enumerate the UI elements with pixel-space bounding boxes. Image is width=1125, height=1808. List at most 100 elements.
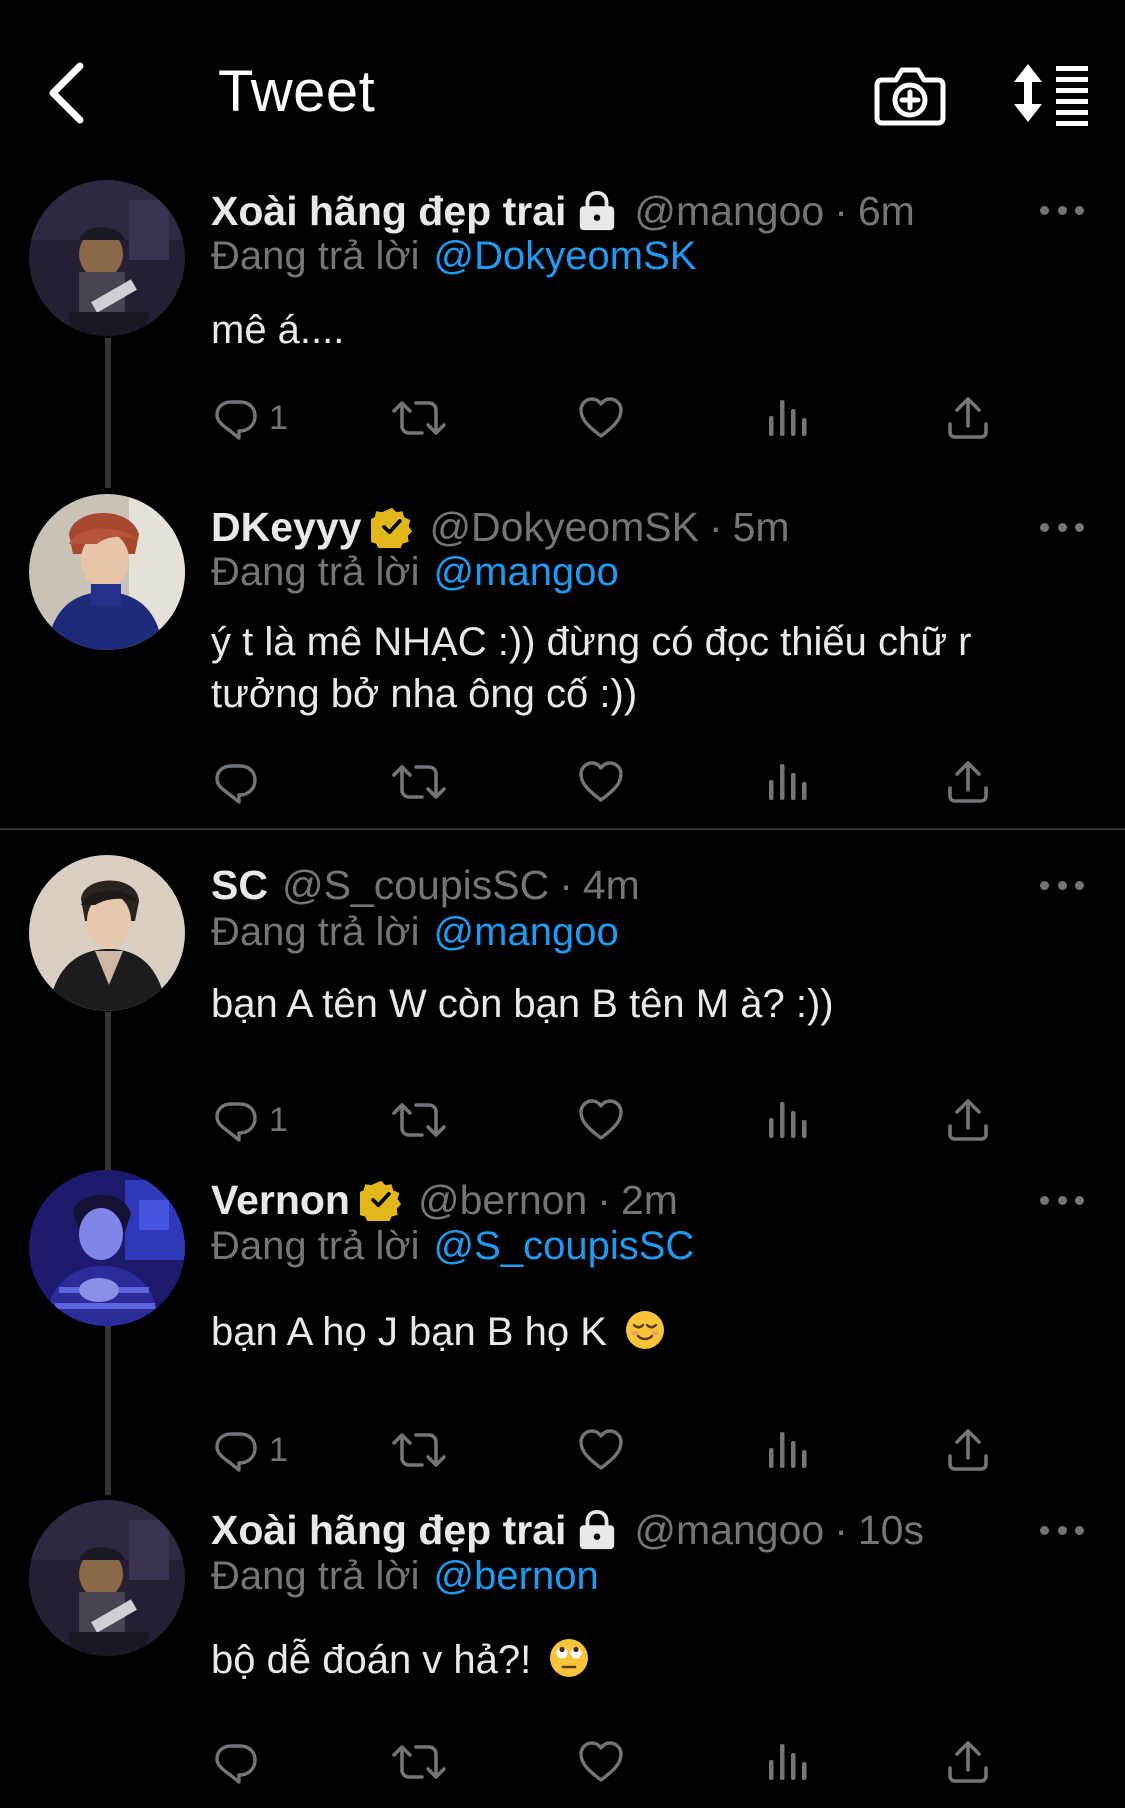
timestamp[interactable]: 2m <box>621 1177 678 1224</box>
replying-to: Đang trả lời @mangoo <box>211 910 619 955</box>
dot-icon <box>1075 1525 1084 1535</box>
like-button[interactable] <box>577 754 625 810</box>
tweet[interactable]: Xoài hãng đẹp trai @mangoo · 10s Đang tr… <box>0 1490 1125 1808</box>
retweet-button[interactable] <box>391 754 447 810</box>
reply-button[interactable] <box>211 1734 269 1790</box>
replying-to: Đang trả lời @S_coupisSC <box>211 1224 694 1269</box>
camera-button[interactable] <box>874 58 946 128</box>
avatar[interactable] <box>29 180 185 336</box>
relieved-face-emoji <box>624 1309 666 1364</box>
share-button[interactable] <box>944 1734 992 1790</box>
display-name[interactable]: Xoài hãng đẹp trai <box>211 1507 566 1554</box>
replying-to: Đang trả lời @DokyeomSK <box>211 234 696 279</box>
retweet-button[interactable] <box>391 1092 447 1148</box>
handle[interactable]: @mangoo <box>634 188 824 235</box>
replying-to-label: Đang trả lời <box>211 1224 420 1268</box>
replying-to-label: Đang trả lời <box>211 550 420 594</box>
tweet-meta: SC @S_coupisSC · 4m <box>211 860 640 910</box>
dot-icon <box>1075 1195 1084 1205</box>
avatar[interactable] <box>29 855 185 1011</box>
more-options-button[interactable] <box>1040 1515 1084 1545</box>
heart-icon <box>577 1738 625 1786</box>
dot-icon <box>1040 1195 1049 1205</box>
timestamp[interactable]: 10s <box>858 1507 924 1554</box>
display-name[interactable]: SC <box>211 862 268 909</box>
more-options-button[interactable] <box>1040 870 1084 900</box>
reply-button[interactable]: 1 <box>211 1092 288 1148</box>
handle[interactable]: @S_coupisSC <box>282 862 549 909</box>
replying-to-user[interactable]: @mangoo <box>434 550 619 594</box>
like-button[interactable] <box>577 390 625 446</box>
replying-to-user[interactable]: @S_coupisSC <box>434 1224 695 1268</box>
dot-icon <box>1040 522 1049 532</box>
replying-to-user[interactable]: @DokyeomSK <box>434 234 697 278</box>
stats-icon <box>764 1738 812 1786</box>
view-stats-button[interactable] <box>764 1734 812 1790</box>
retweet-button[interactable] <box>391 390 447 446</box>
reply-icon <box>211 1738 259 1786</box>
like-button[interactable] <box>577 1092 625 1148</box>
tweet[interactable]: DKeyyy @DokyeomSK · 5m Đang trả lời @mang… <box>0 490 1125 828</box>
tweet[interactable]: Xoài hãng đẹp trai @mangoo · 6m Đang trả… <box>0 170 1125 490</box>
more-options-button[interactable] <box>1040 1185 1084 1215</box>
like-button[interactable] <box>577 1422 625 1478</box>
display-name[interactable]: Xoài hãng đẹp trai <box>211 188 566 235</box>
share-button[interactable] <box>944 754 992 810</box>
more-options-button[interactable] <box>1040 195 1084 225</box>
timestamp[interactable]: 4m <box>583 862 640 909</box>
tweet-text-content: bộ dễ đoán v hả?! <box>211 1638 532 1682</box>
more-options-button[interactable] <box>1040 512 1084 542</box>
stats-icon <box>764 394 812 442</box>
heart-icon <box>577 1096 625 1144</box>
handle[interactable]: @DokyeomSK <box>429 504 698 551</box>
view-stats-button[interactable] <box>764 390 812 446</box>
tweet-actions <box>211 754 1011 810</box>
view-stats-button[interactable] <box>764 754 812 810</box>
reply-icon <box>211 394 259 442</box>
tweet-meta: DKeyyy @DokyeomSK · 5m <box>211 502 790 552</box>
lock-icon <box>576 1509 618 1551</box>
timestamp[interactable]: 5m <box>733 504 790 551</box>
tweet-meta: Vernon @bernon · 2m <box>211 1175 678 1225</box>
separator-dot: · <box>597 1176 611 1223</box>
display-name[interactable]: Vernon <box>211 1177 350 1224</box>
separator-dot: · <box>708 503 723 550</box>
replying-to-label: Đang trả lời <box>211 234 420 278</box>
camera-plus-icon <box>874 67 946 126</box>
stats-icon <box>764 1426 812 1474</box>
reply-button[interactable]: 1 <box>211 1422 288 1478</box>
retweet-button[interactable] <box>391 1734 447 1790</box>
share-button[interactable] <box>944 1092 992 1148</box>
avatar[interactable] <box>29 1170 185 1326</box>
handle[interactable]: @mangoo <box>634 1507 824 1554</box>
heart-icon <box>577 394 625 442</box>
reply-icon <box>211 1426 259 1474</box>
timestamp[interactable]: 6m <box>858 188 915 235</box>
view-stats-button[interactable] <box>764 1422 812 1478</box>
reply-button[interactable] <box>211 754 269 810</box>
like-button[interactable] <box>577 1734 625 1790</box>
tweet-actions <box>211 1734 1011 1790</box>
tweet[interactable]: SC @S_coupisSC · 4m Đang trả lời @mangoo … <box>0 830 1125 1160</box>
dot-icon <box>1075 522 1084 532</box>
tweet[interactable]: Vernon @bernon · 2m Đang trả lời @S_coupi… <box>0 1160 1125 1490</box>
handle[interactable]: @bernon <box>418 1177 587 1224</box>
retweet-button[interactable] <box>391 1422 447 1478</box>
avatar[interactable] <box>29 1500 185 1656</box>
dot-icon <box>1057 1195 1067 1205</box>
replying-to-user[interactable]: @mangoo <box>434 910 619 954</box>
display-name[interactable]: DKeyyy <box>211 504 361 551</box>
replying-to-user[interactable]: @bernon <box>434 1554 599 1598</box>
sort-button[interactable] <box>1010 60 1092 126</box>
view-stats-button[interactable] <box>764 1092 812 1148</box>
avatar[interactable] <box>29 494 185 650</box>
retweet-icon <box>391 394 447 442</box>
verified-gold-icon <box>371 506 413 548</box>
tweet-text: bạn A tên W còn bạn B tên M à? :)) <box>211 982 834 1026</box>
reply-button[interactable]: 1 <box>211 390 288 446</box>
tweet-text: bộ dễ đoán v hả?! <box>211 1634 1091 1692</box>
share-button[interactable] <box>944 390 992 446</box>
back-button[interactable] <box>36 56 96 130</box>
share-button[interactable] <box>944 1422 992 1478</box>
share-icon <box>944 758 992 806</box>
